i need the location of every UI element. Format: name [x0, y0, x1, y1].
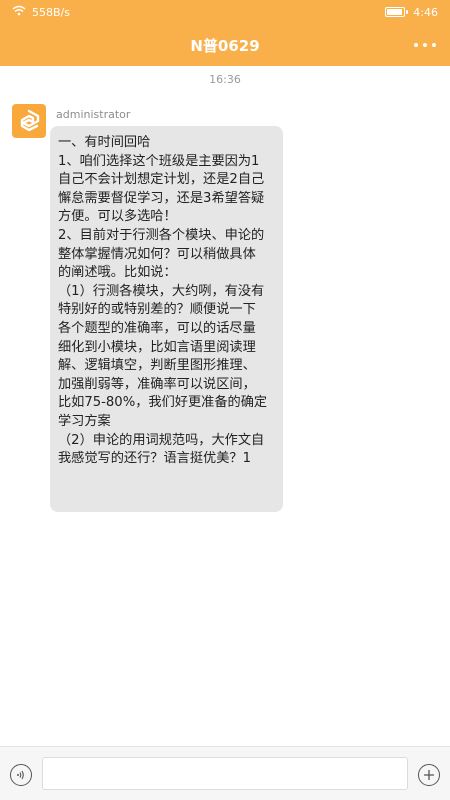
message-line: 一、有时间回哈: [58, 135, 151, 150]
message-timestamp: 16:36: [209, 73, 241, 86]
message-line: 解、逻辑填空，判断里图形推理、: [58, 358, 256, 374]
plus-circle-icon: [424, 770, 434, 780]
message-line: 细化到小模块，比如言语里阅读理: [58, 339, 256, 355]
wifi-icon: [12, 5, 26, 19]
message-line: 2、目前对于行测各个模块、申论的: [58, 227, 265, 243]
battery-icon: [385, 7, 409, 17]
sender-name: administrator: [56, 108, 131, 121]
status-time: 4:46: [413, 5, 438, 19]
message-line: 的阐述哦。比如说：: [58, 265, 177, 281]
message-line: 特别好的或特别差的？顺便说一下: [58, 302, 256, 318]
network-speed: 558B/s: [32, 5, 70, 19]
message-line: （2）申论的用词规范吗，大作文自: [58, 432, 265, 448]
message-line: 我感觉写的还行？语言挺优美？1: [58, 451, 252, 467]
message-line: 比如75-80%，我们好更准备的确定: [58, 395, 268, 411]
more-dot: [432, 43, 436, 47]
app-logo-icon: [20, 109, 40, 132]
more-horizontal-icon: [414, 43, 418, 47]
message-input[interactable]: [42, 757, 408, 790]
voice-icon: [17, 770, 24, 780]
message-line: 整体掌握情况如何？可以稍做具体: [58, 246, 256, 262]
message-line: 加强削弱等，准确率可以说区间，: [58, 376, 256, 392]
more-dot: [423, 43, 427, 47]
message-line: （1）行测各模块，大约咧，有没有: [58, 283, 265, 299]
chat-title: N普0629: [190, 36, 260, 55]
message-line: 学习方案: [58, 413, 111, 429]
message-line: 各个题型的准确率，可以的话尽量: [58, 320, 256, 336]
message-bubble[interactable]: 一、有时间回哈 1、咱们选择这个班级是主要因为1 自己不会计划想定计划，还是2自己懈…: [50, 126, 283, 512]
message-line: 自己不会计划想定计划，还是2自己: [58, 172, 265, 188]
add-button[interactable]: [418, 764, 440, 786]
chat-area[interactable]: 16:36 administrator 一、有时间回哈 1、咱们选择这个班级是主要…: [0, 66, 450, 746]
more-button[interactable]: [414, 36, 436, 54]
message-line: 懈怠需要督促学习，还是3希望答疑: [58, 190, 265, 206]
app-bar: N普0629: [0, 24, 450, 66]
input-bar: [0, 746, 450, 800]
voice-button[interactable]: [10, 764, 32, 786]
status-bar: 558B/s 4:46: [0, 0, 450, 24]
message-line: 方便。可以多选哈！: [58, 209, 177, 225]
avatar[interactable]: [12, 104, 46, 138]
message-line: 1、咱们选择这个班级是主要因为1: [58, 153, 260, 169]
